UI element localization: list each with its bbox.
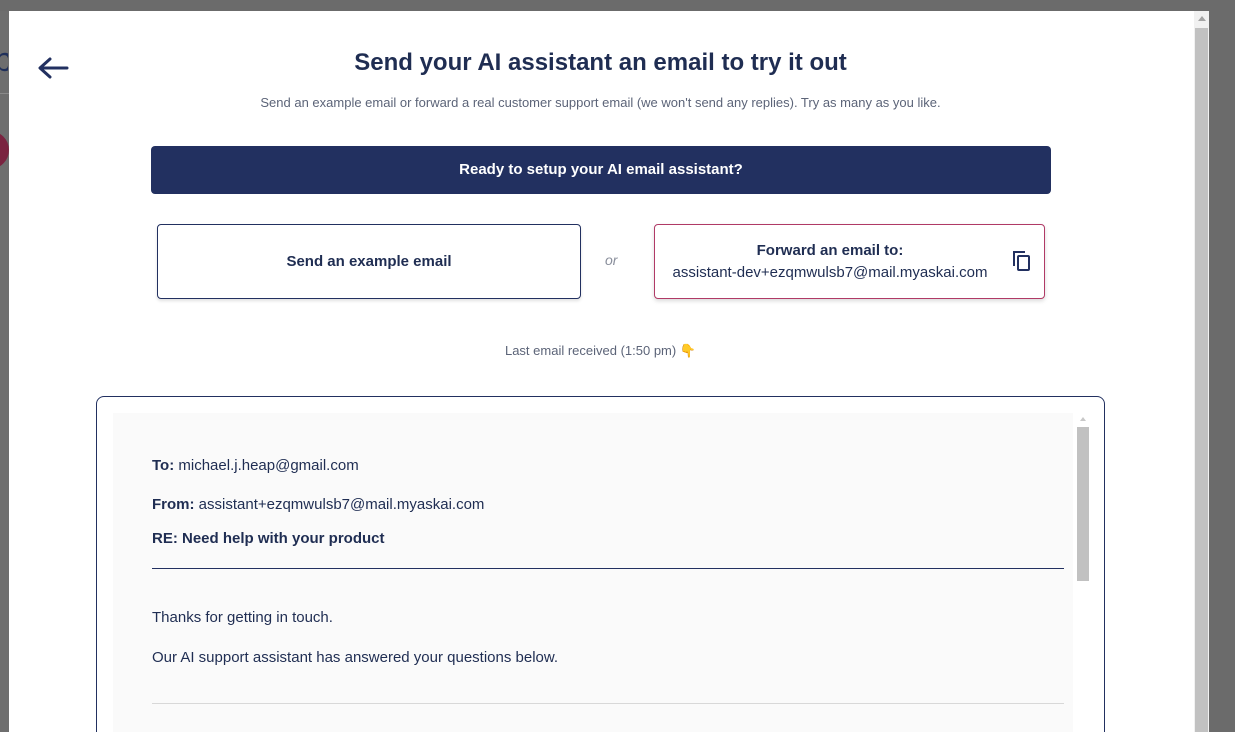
scroll-up-icon bbox=[1080, 417, 1086, 421]
email-preview-scrollbar[interactable] bbox=[1075, 413, 1091, 732]
copy-icon bbox=[1013, 251, 1030, 271]
email-to-row: To: michael.j.heap@gmail.com bbox=[152, 457, 359, 474]
modal-scroll-thumb[interactable] bbox=[1195, 28, 1208, 732]
email-preview-content: To: michael.j.heap@gmail.com From: assis… bbox=[113, 413, 1073, 732]
forward-email-box: Forward an email to: assistant-dev+ezqmw… bbox=[654, 224, 1045, 299]
background-heading-fragment: b bbox=[0, 41, 8, 81]
email-to-label: To: bbox=[152, 457, 175, 474]
setup-assistant-button[interactable]: Ready to setup your AI email assistant? bbox=[151, 146, 1051, 194]
email-from-value: assistant+ezqmwulsb7@mail.myaskai.com bbox=[198, 496, 485, 513]
try-assistant-modal: Send your AI assistant an email to try i… bbox=[9, 11, 1209, 732]
background-divider bbox=[0, 93, 9, 94]
background-avatar bbox=[0, 131, 9, 169]
email-subject: RE: Need help with your product bbox=[152, 530, 385, 547]
email-body-divider bbox=[152, 703, 1064, 704]
email-preview-card: To: michael.j.heap@gmail.com From: assis… bbox=[96, 396, 1105, 732]
email-body-line: Thanks for getting in touch. bbox=[152, 609, 333, 626]
email-subject-text: RE: Need help with your product bbox=[152, 530, 385, 547]
copy-address-button[interactable] bbox=[1011, 249, 1033, 273]
email-from-label: From: bbox=[152, 496, 195, 513]
email-to-value: michael.j.heap@gmail.com bbox=[178, 457, 359, 474]
email-scroll-thumb[interactable] bbox=[1077, 427, 1089, 581]
send-example-email-button[interactable]: Send an example email bbox=[157, 224, 581, 299]
email-body-line: Our AI support assistant has answered yo… bbox=[152, 649, 559, 666]
modal-title: Send your AI assistant an email to try i… bbox=[354, 49, 847, 76]
last-email-received: Last email received (1:50 pm) 👇 bbox=[504, 343, 697, 358]
email-from-row: From: assistant+ezqmwulsb7@mail.myaskai.… bbox=[152, 496, 484, 513]
email-header-divider bbox=[152, 568, 1064, 569]
modal-subtitle: Send an example email or forward a real … bbox=[260, 95, 941, 110]
forward-email-title: Forward an email to: bbox=[756, 242, 904, 259]
or-separator: or bbox=[605, 252, 618, 268]
scroll-up-icon[interactable] bbox=[1198, 16, 1206, 21]
background-page: b bbox=[0, 11, 9, 732]
modal-scrollbar[interactable] bbox=[1194, 11, 1209, 732]
forward-email-address[interactable]: assistant-dev+ezqmwulsb7@mail.myaskai.co… bbox=[655, 264, 1005, 281]
